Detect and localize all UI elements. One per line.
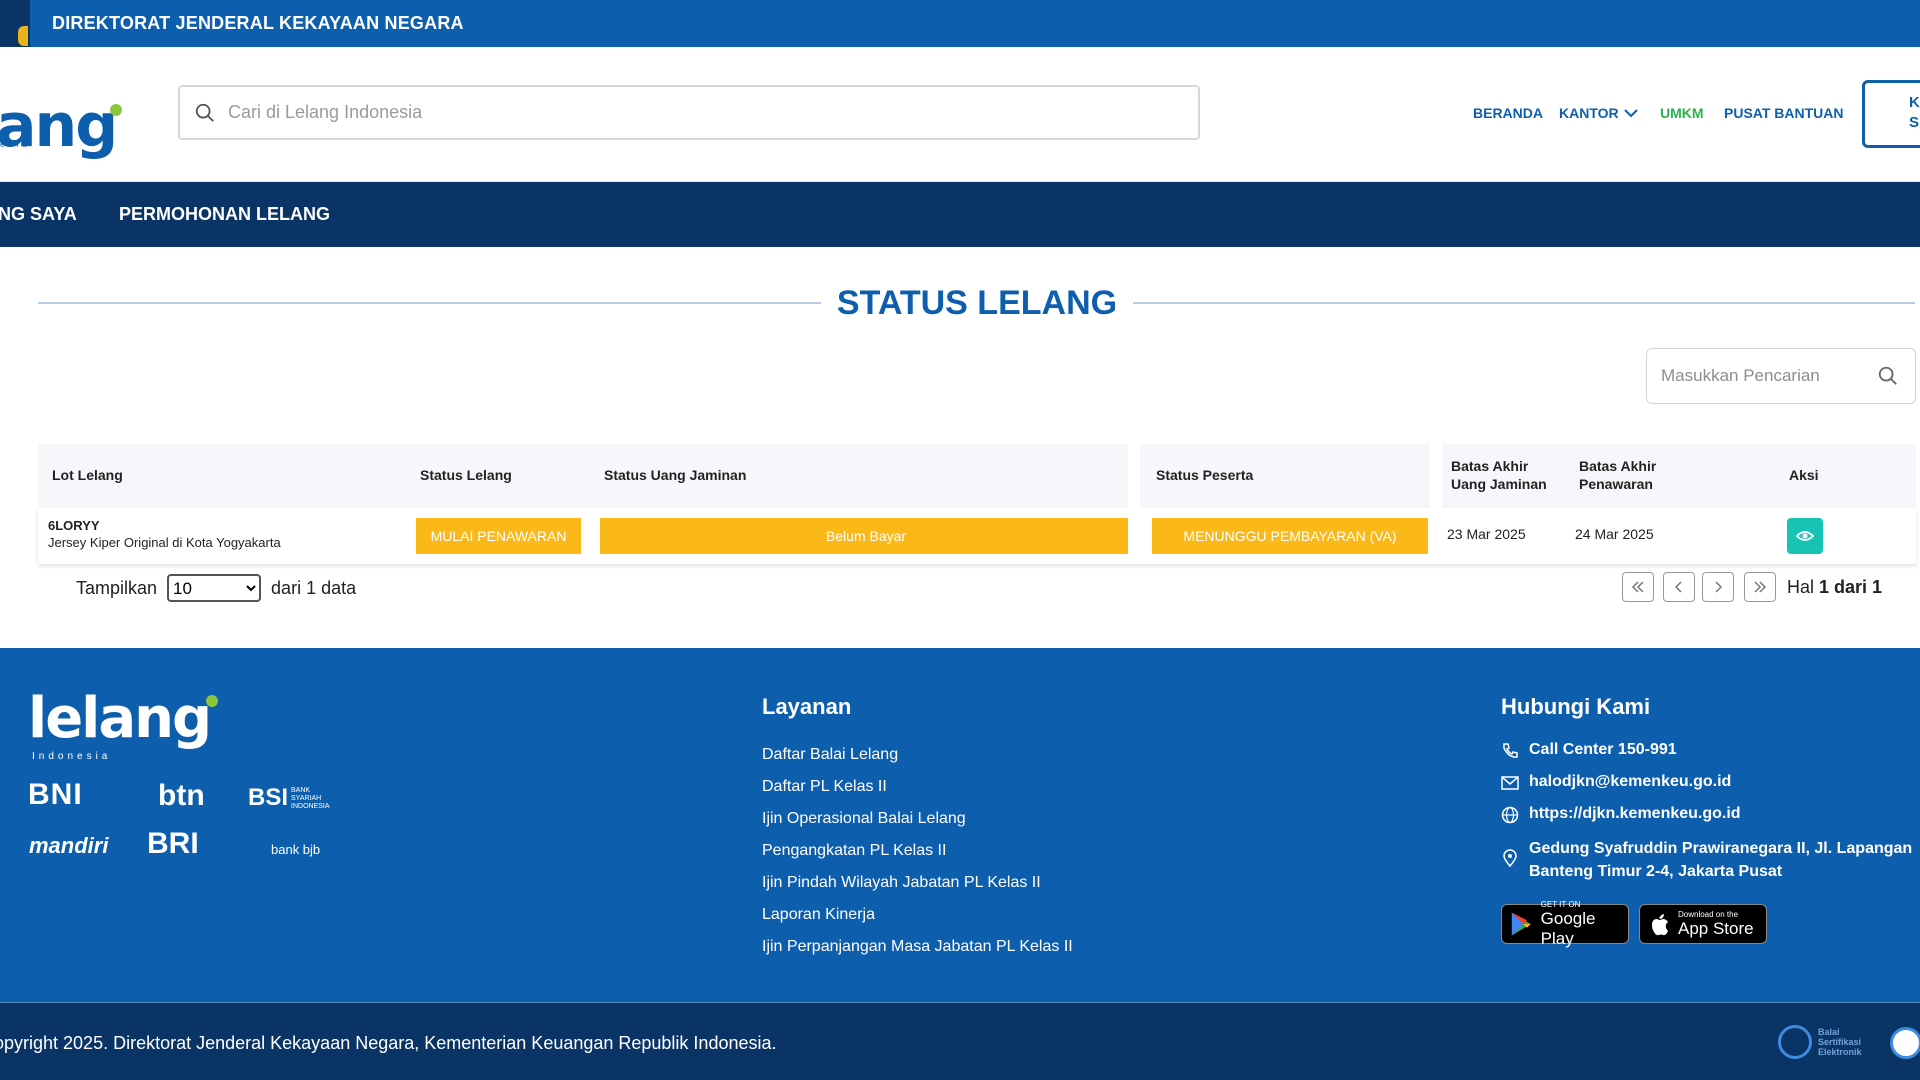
- footer-logo-subtitle: Indonesia: [32, 751, 112, 762]
- search-icon: [195, 103, 214, 122]
- secondary-nav: NG SAYA PERMOHONAN LELANG: [0, 182, 1920, 247]
- top-bar-title: DIREKTORAT JENDERAL KEKAYAAN NEGARA: [52, 13, 464, 33]
- footer-lelang-logo: lelang: [28, 686, 222, 751]
- batas-penawaran-date: 24 Mar 2025: [1575, 526, 1654, 542]
- main-search-box[interactable]: [178, 85, 1200, 140]
- lot-name: Jersey Kiper Original di Kota Yogyakarta: [48, 535, 281, 550]
- lelang-logo[interactable]: ang: [0, 91, 128, 161]
- contact-phone[interactable]: Call Center 150-991: [1501, 741, 1912, 773]
- bsre-icon: [1778, 1025, 1812, 1059]
- column-gap: [1430, 444, 1442, 564]
- subnav-permohonan-lelang[interactable]: PERMOHONAN LELANG: [119, 204, 330, 225]
- chevron-right-icon: [1715, 581, 1723, 593]
- header-status-uang-jaminan: Status Uang Jaminan: [604, 467, 747, 483]
- header-batas-akhir-jaminan: Batas Akhir Uang Jaminan: [1451, 458, 1547, 492]
- hubungi-kami-title: Hubungi Kami: [1501, 694, 1651, 719]
- app-store-button[interactable]: Download on the App Store: [1639, 904, 1767, 944]
- double-chevron-left-icon: [1631, 581, 1644, 593]
- chevron-down-icon: [1623, 109, 1638, 118]
- mandiri-logo: mandiri: [29, 833, 109, 858]
- lot-code: 6LORYY: [48, 518, 100, 533]
- next-page-button[interactable]: [1702, 572, 1734, 602]
- table-header: Lot Lelang Status Lelang Status Uang Jam…: [38, 444, 1916, 508]
- table-search-input[interactable]: [1661, 366, 1871, 386]
- header-status-lelang: Status Lelang: [420, 467, 512, 483]
- search-icon[interactable]: [1877, 365, 1899, 387]
- google-play-button[interactable]: GET IT ON Google Play: [1501, 900, 1629, 948]
- bsi-logo: BSI BANK SYARIAH INDONESIA: [248, 784, 330, 811]
- phone-icon: [1503, 743, 1518, 758]
- apple-icon: [1652, 914, 1668, 936]
- status-peserta-badge: MENUNGGU PEMBAYARAN (VA): [1152, 518, 1428, 554]
- bri-logo: BRI: [147, 827, 199, 860]
- layanan-link[interactable]: Laporan Kinerja: [762, 906, 1073, 938]
- header-status-peserta: Status Peserta: [1156, 467, 1254, 483]
- nav-beranda[interactable]: BERANDA: [1473, 105, 1543, 121]
- contact-list: Call Center 150-991 halodjkn@kemenkeu.go…: [1501, 741, 1912, 883]
- bsre-logo: Balai Sertifikasi Elektronik: [1778, 1025, 1870, 1059]
- layanan-link[interactable]: Daftar PL Kelas II: [762, 778, 1073, 810]
- account-button[interactable]: K S: [1862, 80, 1920, 148]
- bjb-logo: bank bjb: [271, 842, 321, 857]
- header-batas-akhir-penawaran: Batas Akhir Penawaran: [1579, 458, 1657, 492]
- copyright-text: opyright 2025. Direktorat Jenderal Kekay…: [0, 1033, 777, 1053]
- logo-subtitle: esia: [0, 140, 31, 149]
- nav-kantor-label: KANTOR: [1559, 105, 1619, 121]
- page-size-control: Tampilkan 10 dari 1 data: [76, 574, 356, 602]
- first-page-button[interactable]: [1622, 572, 1654, 602]
- main-search-input[interactable]: [228, 102, 1128, 123]
- top-bar: DIREKTORAT JENDERAL KEKAYAAN NEGARA: [0, 0, 1920, 90]
- contact-website[interactable]: https://djkn.kemenkeu.go.id: [1501, 805, 1912, 837]
- title-divider-left: [38, 302, 821, 304]
- chevron-left-icon: [1674, 581, 1682, 593]
- contact-address: Gedung Syafruddin Prawiranegara II, Jl. …: [1501, 837, 1912, 883]
- subnav-lelang-saya[interactable]: NG SAYA: [0, 204, 77, 225]
- layanan-link[interactable]: Ijin Pindah Wilayah Jabatan PL Kelas II: [762, 874, 1073, 906]
- status-jaminan-badge: Belum Bayar: [600, 518, 1132, 554]
- page-indicator: Hal 1 dari 1: [1787, 577, 1883, 597]
- contact-email[interactable]: halodjkn@kemenkeu.go.id: [1501, 773, 1912, 805]
- location-pin-icon: [1503, 849, 1517, 867]
- page-size-select[interactable]: 10: [167, 574, 262, 602]
- layanan-link[interactable]: Ijin Perpanjangan Masa Jabatan PL Kelas …: [762, 938, 1073, 970]
- nav-kantor[interactable]: KANTOR: [1559, 105, 1639, 121]
- batas-jaminan-date: 23 Mar 2025: [1447, 526, 1526, 542]
- mail-icon: [1501, 776, 1519, 790]
- layanan-list: Daftar Balai Lelang Daftar PL Kelas II I…: [762, 746, 1073, 970]
- nav-umkm[interactable]: UMKM: [1660, 105, 1704, 121]
- header: ang esia BERANDA KANTOR UMKM PUSAT BANTU…: [0, 47, 1920, 182]
- layanan-link[interactable]: Ijin Operasional Balai Lelang: [762, 810, 1073, 842]
- title-divider-right: [1133, 302, 1915, 304]
- account-button-line1: K: [1909, 94, 1920, 111]
- btn-logo: btn: [158, 779, 205, 812]
- page-title: STATUS LELANG: [836, 284, 1118, 322]
- header-aksi: Aksi: [1789, 467, 1819, 483]
- prev-page-button[interactable]: [1663, 572, 1695, 602]
- eye-icon: [1796, 531, 1814, 541]
- table-row: 6LORYY Jersey Kiper Original di Kota Yog…: [38, 508, 1916, 564]
- layanan-link[interactable]: Daftar Balai Lelang: [762, 746, 1073, 778]
- globe-icon: [1501, 806, 1519, 824]
- footer-bottom: opyright 2025. Direktorat Jenderal Kekay…: [0, 1002, 1920, 1080]
- footer: lelang Indonesia BNI btn BSI BANK SYARIAH…: [0, 648, 1920, 1002]
- header-lot-lelang: Lot Lelang: [52, 467, 123, 483]
- show-label: Tampilkan: [76, 577, 158, 598]
- column-gap: [1128, 444, 1140, 564]
- double-chevron-right-icon: [1754, 581, 1767, 593]
- last-page-button[interactable]: [1744, 572, 1776, 602]
- total-data-label: dari 1 data: [271, 577, 357, 598]
- layanan-link[interactable]: Pengangkatan PL Kelas II: [762, 842, 1073, 874]
- account-button-line2: S: [1909, 114, 1920, 131]
- table-search-box[interactable]: [1646, 348, 1916, 404]
- status-lelang-badge: MULAI PENAWARAN: [416, 518, 581, 554]
- bni-logo: BNI: [28, 778, 83, 811]
- layanan-title: Layanan: [762, 694, 852, 719]
- nav-pusat-bantuan[interactable]: PUSAT BANTUAN: [1724, 105, 1844, 121]
- view-detail-button[interactable]: [1787, 518, 1823, 554]
- google-play-icon: [1511, 912, 1531, 936]
- kominfo-logo-icon: [1890, 1027, 1920, 1059]
